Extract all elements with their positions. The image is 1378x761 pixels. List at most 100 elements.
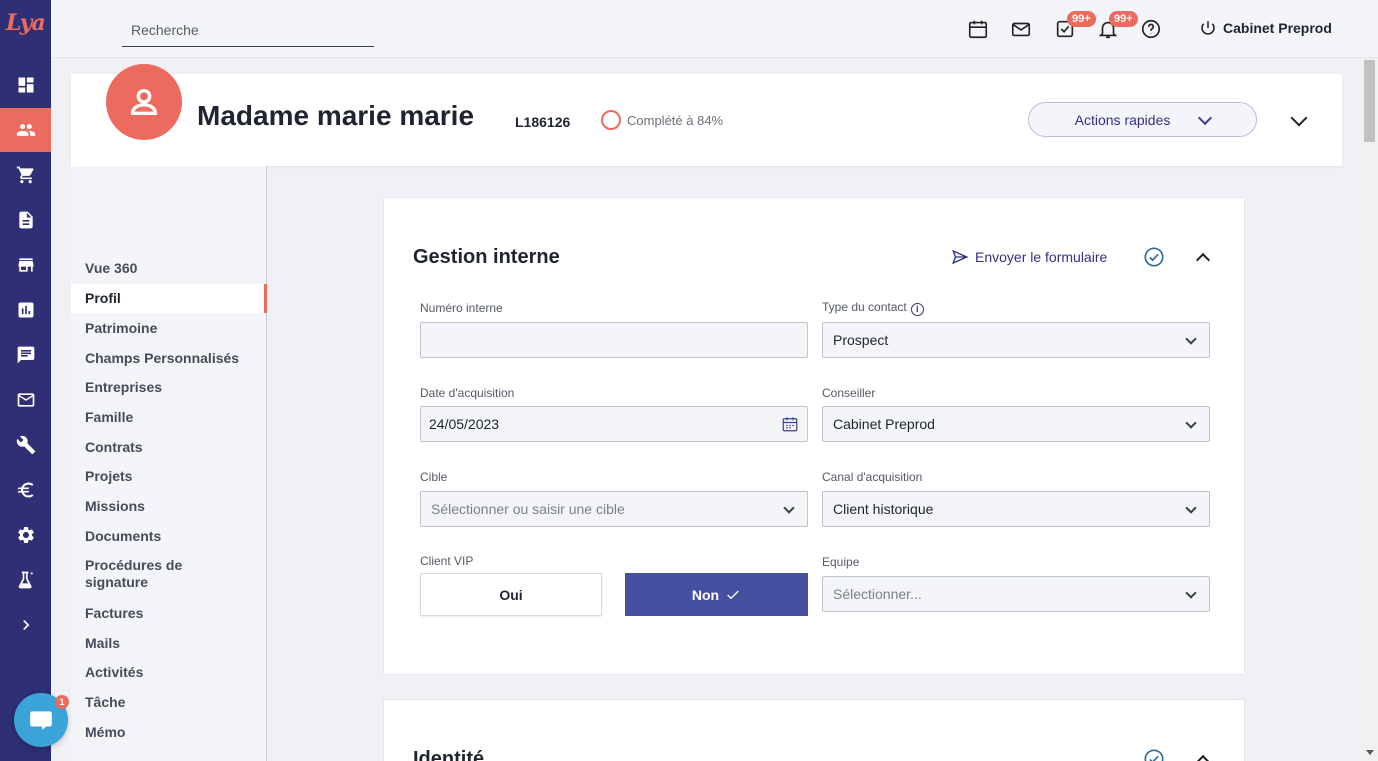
gear-icon xyxy=(17,527,34,543)
equipe-placeholder: Sélectionner... xyxy=(833,586,922,602)
top-bar: 99+ 99+ Cabinet Preprod xyxy=(51,0,1378,58)
subnav-item[interactable]: Vue 360 xyxy=(71,260,267,277)
check-icon xyxy=(727,590,739,599)
cible-select[interactable]: Sélectionner ou saisir une cible xyxy=(420,491,808,527)
canal-label: Canal d'acquisition xyxy=(822,470,923,484)
subnav-item[interactable]: Profil xyxy=(71,284,267,313)
cible-placeholder: Sélectionner ou saisir une cible xyxy=(431,501,625,517)
subnav-item[interactable]: Champs Personnalisés xyxy=(71,350,267,367)
mail-button[interactable] xyxy=(1010,18,1032,40)
subnav-item[interactable]: Mémo xyxy=(71,724,267,741)
equipe-select[interactable]: Sélectionner... xyxy=(822,576,1210,612)
contacts-nav[interactable] xyxy=(0,108,51,152)
messages-nav[interactable] xyxy=(0,333,51,377)
chat-bubble-icon xyxy=(30,711,52,730)
page-scrollbar[interactable] xyxy=(1361,58,1378,761)
page-title: Madame marie marie xyxy=(197,100,475,131)
subnav-item[interactable]: Tâche xyxy=(71,694,267,711)
header-expand-chevron-icon[interactable] xyxy=(1290,109,1308,127)
help-button[interactable] xyxy=(1140,18,1162,40)
calendar-picker-button[interactable] xyxy=(781,415,799,433)
subnav-item[interactable]: Contrats xyxy=(71,439,267,456)
chart-icon xyxy=(18,302,33,318)
avatar[interactable] xyxy=(106,64,182,140)
send-form-button[interactable]: Envoyer le formulaire xyxy=(951,248,1107,266)
documents-nav[interactable] xyxy=(0,198,51,242)
cart-nav[interactable] xyxy=(0,153,51,197)
subnav-item[interactable]: Famille xyxy=(71,409,267,426)
date-acquisition-value: 24/05/2023 xyxy=(429,416,500,432)
mail-icon xyxy=(1011,22,1031,37)
numero-interne-label: Numéro interne xyxy=(420,301,503,315)
subnav-item[interactable]: Procédures de signature xyxy=(71,557,221,591)
numero-interne-input[interactable] xyxy=(420,322,808,358)
subnav-item[interactable]: Patrimoine xyxy=(71,320,267,337)
quick-actions-dropdown[interactable]: Actions rapides xyxy=(1028,102,1257,137)
check-circle-icon xyxy=(1144,247,1164,267)
search-box xyxy=(122,14,374,47)
vip-yes-button[interactable]: Oui xyxy=(420,573,602,616)
info-icon[interactable]: i xyxy=(910,303,924,316)
dashboard-icon xyxy=(18,77,33,93)
chevron-down-icon xyxy=(783,502,795,514)
reports-nav[interactable] xyxy=(0,288,51,332)
send-form-label: Envoyer le formulaire xyxy=(975,249,1108,265)
date-acquisition-label: Date d'acquisition xyxy=(420,386,515,400)
subnav-item[interactable]: Projets xyxy=(71,468,267,485)
completion-label: Complété à 84% xyxy=(627,112,724,128)
store-nav[interactable] xyxy=(0,243,51,287)
send-icon xyxy=(952,249,969,265)
help-icon xyxy=(1141,19,1161,39)
lab-nav[interactable] xyxy=(0,558,51,602)
client-code: L186126 xyxy=(515,114,571,130)
scroll-down-arrow-icon[interactable] xyxy=(1366,750,1374,755)
conseiller-select[interactable]: Cabinet Preprod xyxy=(822,406,1210,442)
search-input[interactable] xyxy=(122,14,374,46)
user-menu[interactable]: Cabinet Preprod xyxy=(1199,19,1332,37)
power-icon xyxy=(1201,21,1215,35)
vip-yes-label: Oui xyxy=(499,586,523,603)
mail-icon xyxy=(17,393,34,407)
validate-section-button[interactable] xyxy=(1143,246,1165,268)
vip-no-label: Non xyxy=(691,586,720,603)
equipe-label: Equipe xyxy=(822,555,860,569)
canal-select[interactable]: Client historique xyxy=(822,491,1210,527)
calendar-button[interactable] xyxy=(967,18,989,40)
subnav-item[interactable]: Activités xyxy=(71,664,267,681)
chevron-down-icon xyxy=(1185,502,1197,514)
completion-indicator: Complété à 84% xyxy=(601,110,723,130)
date-acquisition-input[interactable]: 24/05/2023 xyxy=(420,406,808,442)
scrollbar-thumb[interactable] xyxy=(1364,60,1375,142)
validate-identite-button[interactable] xyxy=(1143,748,1165,761)
conseiller-label: Conseiller xyxy=(822,386,876,400)
chevron-down-icon xyxy=(1185,587,1197,599)
gestion-interne-section: Gestion interne Envoyer le formulaire Nu… xyxy=(383,197,1245,675)
user-label: Cabinet Preprod xyxy=(1223,20,1332,36)
subnav-item[interactable]: Documents xyxy=(71,528,267,545)
settings-nav[interactable] xyxy=(0,513,51,557)
person-icon xyxy=(130,88,158,116)
vip-no-button[interactable]: Non xyxy=(625,573,808,616)
section-title: Identité xyxy=(413,748,485,761)
tools-nav[interactable] xyxy=(0,423,51,467)
expand-rail-button[interactable] xyxy=(0,603,51,647)
mail-nav[interactable] xyxy=(0,378,51,422)
subnav-item[interactable]: Entreprises xyxy=(71,379,267,396)
app-logo[interactable]: Lya xyxy=(6,10,46,42)
dashboard-nav[interactable] xyxy=(0,63,51,107)
cible-label: Cible xyxy=(420,470,448,484)
canal-value: Client historique xyxy=(833,501,934,517)
chat-unread-badge: 1 xyxy=(55,695,69,709)
type-contact-select[interactable]: Prospect xyxy=(822,322,1210,358)
subnav-item[interactable]: Missions xyxy=(71,498,267,515)
collapse-section-chevron-icon[interactable] xyxy=(1195,252,1211,268)
billing-nav[interactable] xyxy=(0,468,51,512)
subnav-item[interactable]: Mails xyxy=(71,635,267,652)
type-contact-value: Prospect xyxy=(833,332,889,348)
collapse-identite-chevron-icon[interactable] xyxy=(1195,754,1211,761)
profile-subnav: Vue 360 Profil Patrimoine Champs Personnali… xyxy=(71,166,267,761)
main-nav-rail: Lya xyxy=(0,0,51,761)
calendar-icon xyxy=(968,20,988,39)
subnav-item[interactable]: Factures xyxy=(71,605,267,622)
chevron-down-icon xyxy=(1185,417,1197,429)
